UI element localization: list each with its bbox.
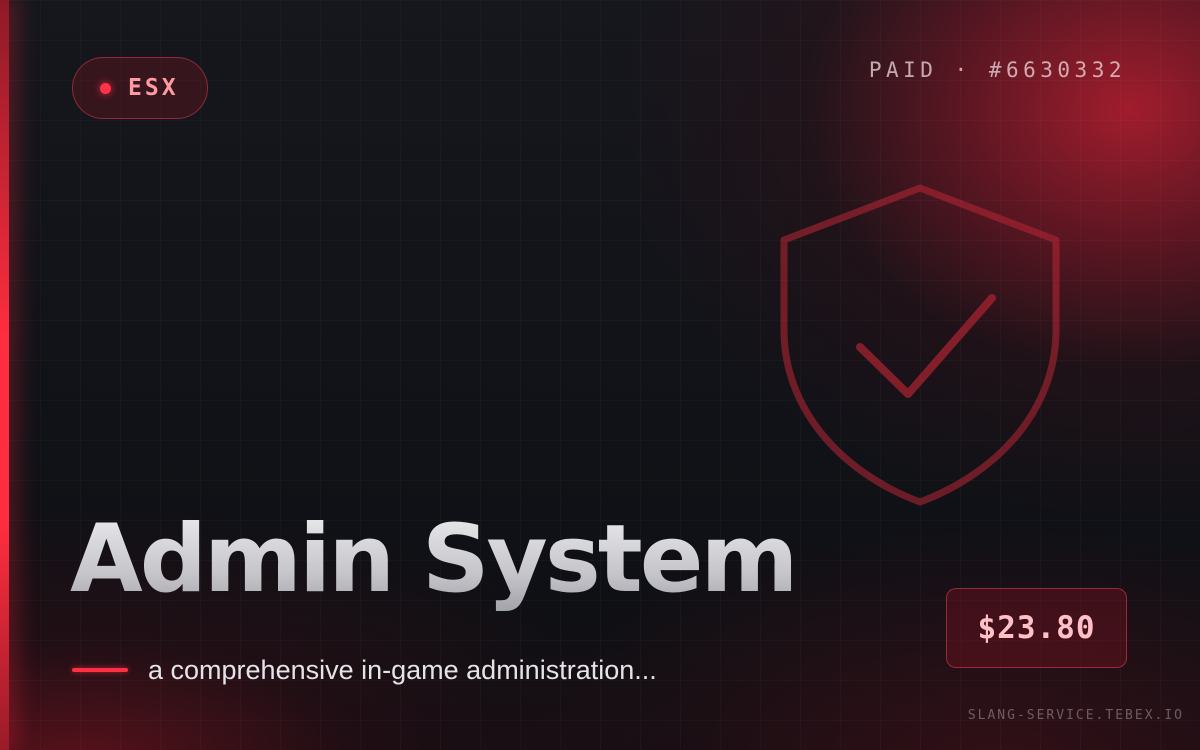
shield-check-icon bbox=[780, 184, 1060, 506]
price-value: $23.80 bbox=[977, 610, 1096, 646]
product-description: a comprehensive in-game administration..… bbox=[148, 655, 657, 685]
store-domain: SLANG-SERVICE.TEBEX.IO bbox=[967, 708, 1184, 723]
subtitle-accent-line bbox=[72, 668, 128, 672]
order-status: PAID · #6630332 bbox=[868, 58, 1126, 82]
framework-badge: ESX bbox=[72, 57, 208, 119]
framework-badge-label: ESX bbox=[128, 75, 179, 101]
price-tag: $23.80 bbox=[946, 588, 1127, 668]
left-accent-bar bbox=[0, 0, 9, 750]
product-title: Admin System bbox=[70, 500, 798, 620]
product-card: ESX PAID · #6630332 Admin System a compr… bbox=[0, 0, 1200, 750]
status-dot bbox=[100, 82, 111, 94]
